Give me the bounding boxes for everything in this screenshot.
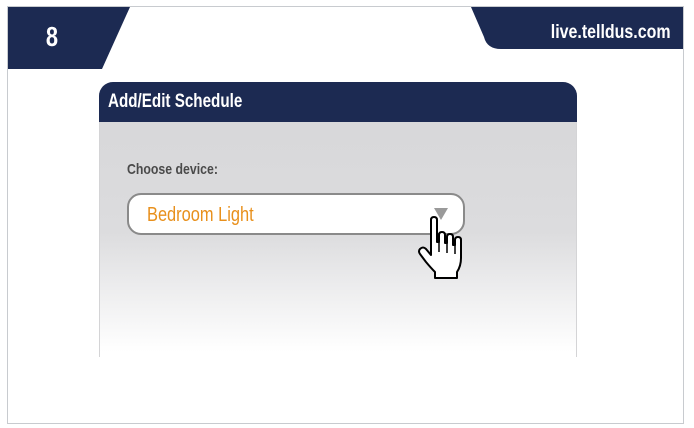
step-badge: 8 <box>8 7 138 74</box>
device-select-value: Bedroom Light <box>147 204 254 226</box>
choose-device-label: Choose device: <box>127 161 218 178</box>
schedule-dialog: Add/Edit Schedule Choose device: Bedroom… <box>99 82 577 357</box>
dialog-header: Add/Edit Schedule <box>99 82 577 122</box>
site-tab: live.telldus.com <box>471 7 683 54</box>
dialog-title: Add/Edit Schedule <box>108 91 243 112</box>
step-badge-shape <box>8 7 130 69</box>
site-url-label: live.telldus.com <box>551 22 671 43</box>
hand-pointer-icon <box>418 216 462 279</box>
step-number: 8 <box>45 21 59 52</box>
device-select[interactable]: Bedroom Light <box>127 193 465 235</box>
